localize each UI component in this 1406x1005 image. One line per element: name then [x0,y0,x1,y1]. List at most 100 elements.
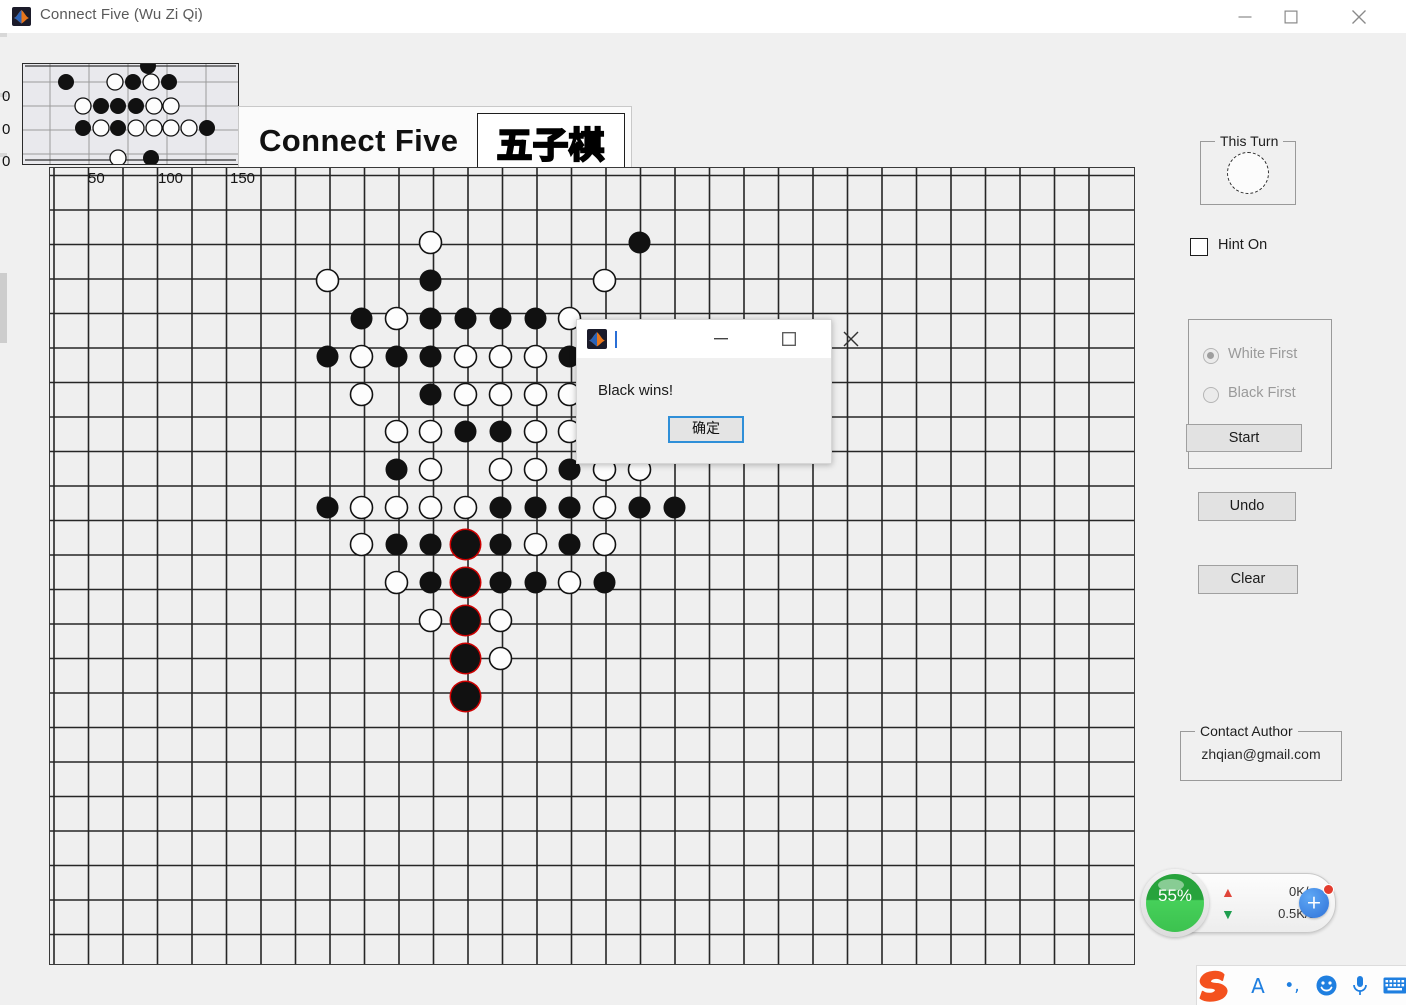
board-stone-white [455,346,477,368]
minimize-icon[interactable] [1222,0,1268,33]
board-stone-white [351,497,373,519]
matlab-icon [587,329,607,349]
current-turn-stone [1227,152,1269,194]
board-stone-white [317,270,339,292]
game-board[interactable]: 50 100 150 [49,167,1135,965]
board-stone-black [451,682,480,711]
microphone-icon[interactable] [1343,966,1377,1005]
board-stone-black [451,606,480,635]
dialog-titlebar [577,320,831,358]
board-stone-black [525,572,547,594]
board-stone-black [629,232,651,254]
board-xtick: 50 [88,170,105,187]
radio-button[interactable] [1203,348,1219,364]
board-stone-white [490,384,512,406]
contact-author-label: Contact Author [1195,723,1298,739]
board-stone-black [490,308,512,330]
dialog-ok-button[interactable]: 确定 [668,416,744,443]
board-stone-white [386,308,408,330]
board-stone-white [594,270,616,292]
board-stone-black [490,497,512,519]
radio-button[interactable] [1203,387,1219,403]
board-stone-black [490,572,512,594]
board-stone-black [455,421,477,443]
start-button[interactable]: Start [1186,424,1302,452]
board-stone-white [420,497,442,519]
board-stone-black [451,644,480,673]
memory-percent-label: 55% [1141,886,1209,906]
keyboard-icon[interactable] [1379,966,1406,1005]
board-stone-black [420,572,442,594]
board-stone-black [317,497,339,519]
board-stone-white [490,346,512,368]
hint-on-checkbox[interactable]: Hint On [1190,236,1350,260]
plus-icon: + [1306,894,1322,913]
sogou-ime-toolbar[interactable]: A •, [1196,965,1406,1005]
undo-button[interactable]: Undo [1198,492,1296,521]
board-stone-white [525,421,547,443]
board-stone-white [420,610,442,632]
notification-badge [1323,884,1334,895]
board-stone-black [420,270,442,292]
network-speed-widget[interactable]: 55% ▲ 0K/s ▼ 0.5K/s + [1146,873,1336,933]
board-canvas[interactable] [50,168,1134,964]
maximize-icon[interactable] [1268,0,1314,33]
vertical-scrollbar[interactable] [0,33,7,971]
board-stone-white [386,421,408,443]
memory-usage-ball[interactable]: 55% [1141,869,1209,937]
punctuation-icon[interactable]: •, [1275,966,1309,1005]
board-stone-white [351,534,373,556]
matlab-icon [12,7,31,26]
board-stone-black [594,572,616,594]
board-stone-black [455,308,477,330]
board-stone-black [490,421,512,443]
dialog-maximize-icon[interactable] [767,320,811,358]
input-mode-icon[interactable]: A [1241,966,1275,1005]
clear-button[interactable]: Clear [1198,565,1298,594]
board-stone-black [386,459,408,481]
dialog-minimize-icon[interactable] [699,320,743,358]
board-stone-white [386,572,408,594]
board-stone-white [420,421,442,443]
board-stone-white [455,384,477,406]
board-stone-black [386,346,408,368]
board-stone-white [525,384,547,406]
board-stone-white [490,459,512,481]
hint-on-label: Hint On [1218,237,1267,253]
sogou-logo-icon[interactable] [1193,966,1237,1005]
board-stone-black [490,534,512,556]
banner-english-title: Connect Five [259,123,458,159]
mini-board-preview [22,63,239,165]
checkbox-box[interactable] [1190,238,1208,256]
board-stone-black [525,308,547,330]
scrollbar-thumb[interactable] [0,273,7,343]
close-icon[interactable] [1336,0,1382,33]
result-dialog[interactable]: Black wins! 确定 [576,319,832,464]
board-stone-white [455,497,477,519]
this-turn-group: This Turn [1200,141,1296,205]
board-stone-white [525,346,547,368]
board-stone-white [386,497,408,519]
app-client-area: 0 0 0 Connect Five 0050 五子棋 50 100 150 T… [0,33,1406,971]
board-stone-white [490,610,512,632]
dialog-message: Black wins! [598,382,673,399]
board-stone-white [559,572,581,594]
dialog-close-icon[interactable] [829,320,873,358]
board-stone-white [351,346,373,368]
this-turn-label: This Turn [1215,133,1283,149]
board-stone-black [525,497,547,519]
board-xtick: 150 [230,170,255,187]
contact-author-group: Contact Author zhqian@gmail.com [1180,731,1342,781]
board-stone-white [351,384,373,406]
board-stone-black [420,384,442,406]
board-stone-white [420,459,442,481]
emoji-icon[interactable] [1309,966,1343,1005]
radio-label: White First [1228,346,1297,362]
board-stone-black [629,497,651,519]
window-title: Connect Five (Wu Zi Qi) [40,6,203,23]
radio-label: Black First [1228,385,1296,401]
window-titlebar: Connect Five (Wu Zi Qi) [0,0,1406,34]
board-stone-black [420,534,442,556]
dialog-title-caret [615,331,617,348]
board-stone-black [451,530,480,559]
